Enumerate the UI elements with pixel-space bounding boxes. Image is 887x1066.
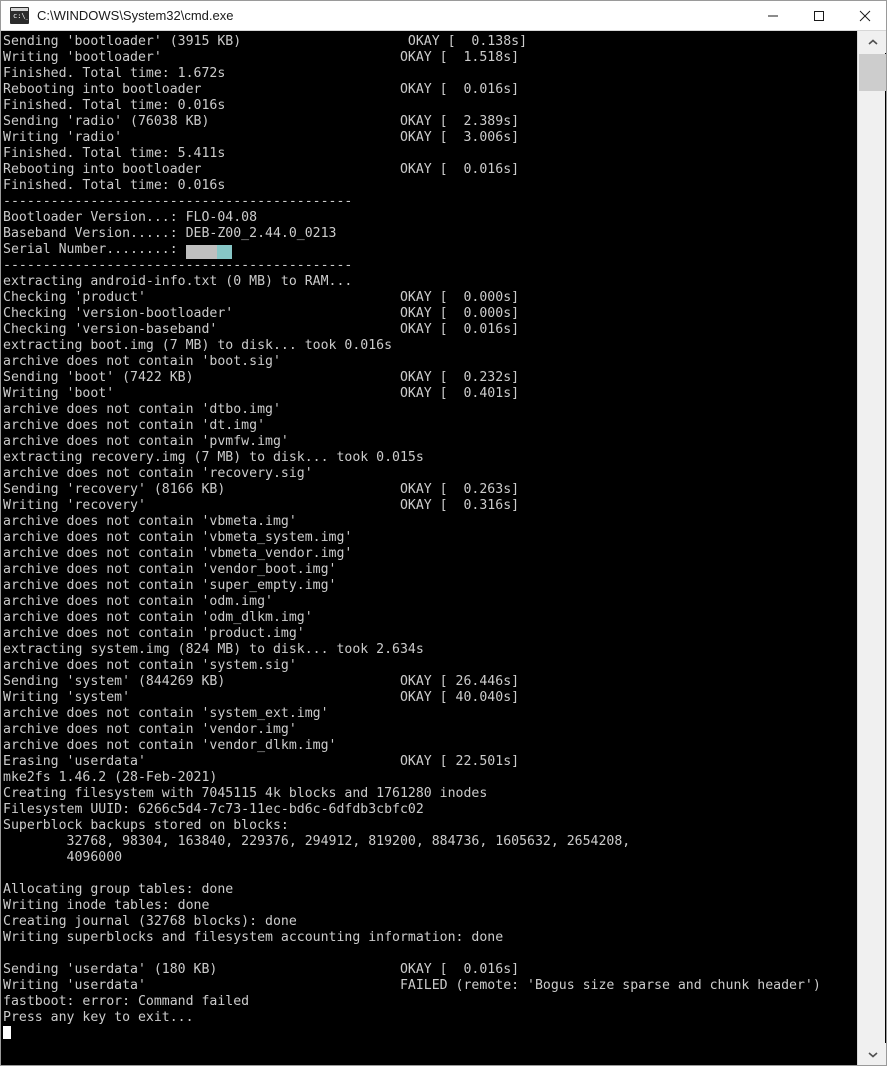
console-line: Serial Number........:: [3, 242, 859, 259]
close-icon: [859, 10, 871, 21]
console-line: mke2fs 1.46.2 (28-Feb-2021): [3, 770, 218, 785]
console-line: Writing 'radio' OKAY [ 3.006s]: [3, 130, 520, 145]
console-line: Sending 'system' (844269 KB) OKAY [ 26.4…: [3, 674, 520, 689]
console-line: archive does not contain 'dt.img': [3, 418, 266, 433]
maximize-icon: [814, 10, 824, 21]
console-line: Writing 'recovery' OKAY [ 0.316s]: [3, 498, 520, 513]
console-line: Finished. Total time: 5.411s: [3, 146, 226, 161]
console-line: Writing 'bootloader' OKAY [ 1.518s]: [3, 50, 520, 65]
console-line: archive does not contain 'odm.img': [3, 594, 273, 609]
console-line: Sending 'boot' (7422 KB) OKAY [ 0.232s]: [3, 370, 520, 385]
redaction-block-teal: [216, 245, 232, 259]
title-bar-left: c:\_ C:\WINDOWS\System32\cmd.exe: [1, 7, 750, 24]
console-line: Creating filesystem with 7045115 4k bloc…: [3, 786, 488, 801]
console-line: Creating journal (32768 blocks): done: [3, 914, 297, 929]
console-line: Writing 'system' OKAY [ 40.040s]: [3, 690, 520, 705]
serial-number-redaction: [185, 245, 232, 259]
console-line: Baseband Version.....: DEB-Z00_2.44.0_02…: [3, 226, 337, 241]
console-line: Finished. Total time: 0.016s: [3, 178, 226, 193]
cmd-icon: c:\_: [10, 7, 29, 24]
title-bar[interactable]: c:\_ C:\WINDOWS\System32\cmd.exe: [1, 1, 886, 31]
chevron-down-icon: [867, 1051, 878, 1058]
console-line: Finished. Total time: 1.672s: [3, 66, 226, 81]
console-line: Allocating group tables: done: [3, 882, 234, 897]
console-line: archive does not contain 'super_empty.im…: [3, 578, 337, 593]
console-line: ----------------------------------------…: [3, 194, 353, 209]
console-text: Sending 'bootloader' (3915 KB) OKAY [ 0.…: [2, 31, 859, 1042]
console-line: extracting system.img (824 MB) to disk..…: [3, 642, 424, 657]
console-line: archive does not contain 'odm_dlkm.img': [3, 610, 313, 625]
console-line: archive does not contain 'vendor_boot.im…: [3, 562, 337, 577]
console-line: archive does not contain 'vendor.img': [3, 722, 297, 737]
console-line: archive does not contain 'boot.sig': [3, 354, 281, 369]
text-cursor: [3, 1026, 11, 1039]
console-line: archive does not contain 'system.sig': [3, 658, 297, 673]
scroll-down-arrow[interactable]: [859, 1043, 886, 1065]
console-line: Sending 'userdata' (180 KB) OKAY [ 0.016…: [3, 962, 520, 977]
window-title: C:\WINDOWS\System32\cmd.exe: [37, 8, 234, 23]
console-line: fastboot: error: Command failed: [3, 994, 250, 1009]
console-line: archive does not contain 'dtbo.img': [3, 402, 281, 417]
console-line: Writing superblocks and filesystem accou…: [3, 930, 504, 945]
cmd-icon-glyph: c:\_: [13, 12, 29, 20]
console-line: Superblock backups stored on blocks:: [3, 818, 289, 833]
console-line: Finished. Total time: 0.016s: [3, 98, 226, 113]
maximize-button[interactable]: [796, 1, 842, 30]
console-line: extracting recovery.img (7 MB) to disk..…: [3, 450, 424, 465]
scroll-thumb[interactable]: [859, 54, 886, 91]
redaction-block-gray: [185, 245, 217, 259]
console-line: ----------------------------------------…: [3, 258, 353, 273]
console-line: Bootloader Version...: FLO-04.08: [3, 210, 258, 225]
console-line: archive does not contain 'recovery.sig': [3, 466, 313, 481]
console-line: archive does not contain 'vbmeta_system.…: [3, 530, 353, 545]
console-line: 4096000: [3, 850, 123, 865]
console-line: archive does not contain 'product.img': [3, 626, 305, 641]
console-line: 32768, 98304, 163840, 229376, 294912, 81…: [3, 834, 631, 849]
console-line: Writing 'userdata' FAILED (remote: 'Bogu…: [3, 978, 821, 993]
cmd-window: c:\_ C:\WINDOWS\System32\cmd.exe Sending…: [0, 0, 887, 1066]
console-line: archive does not contain 'vendor_dlkm.im…: [3, 738, 337, 753]
scroll-up-arrow[interactable]: [859, 31, 886, 53]
console-line: Press any key to exit...: [3, 1010, 194, 1025]
console-line: archive does not contain 'pvmfw.img': [3, 434, 289, 449]
console-line: Rebooting into bootloader OKAY [ 0.016s]: [3, 82, 520, 97]
console-line: extracting android-info.txt (0 MB) to RA…: [3, 274, 353, 289]
console-line: Erasing 'userdata' OKAY [ 22.501s]: [3, 754, 520, 769]
vertical-scrollbar[interactable]: [857, 31, 886, 1065]
console-line: Checking 'product' OKAY [ 0.000s]: [3, 290, 520, 305]
console-line: [3, 1026, 859, 1042]
console-line: Checking 'version-bootloader' OKAY [ 0.0…: [3, 306, 520, 321]
console-line: archive does not contain 'vbmeta_vendor.…: [3, 546, 353, 561]
window-controls: [750, 1, 886, 30]
minimize-button[interactable]: [750, 1, 796, 30]
console-line: Rebooting into bootloader OKAY [ 0.016s]: [3, 162, 520, 177]
console-line: extracting boot.img (7 MB) to disk... to…: [3, 338, 393, 353]
console-line: Filesystem UUID: 6266c5d4-7c73-11ec-bd6c…: [3, 802, 424, 817]
console-line: Sending 'bootloader' (3915 KB) OKAY [ 0.…: [3, 34, 528, 49]
console-line: Checking 'version-baseband' OKAY [ 0.016…: [3, 322, 520, 337]
console-line: Sending 'recovery' (8166 KB) OKAY [ 0.26…: [3, 482, 520, 497]
chevron-up-icon: [867, 38, 878, 45]
close-button[interactable]: [842, 1, 886, 30]
console-line: Writing inode tables: done: [3, 898, 210, 913]
console-line: archive does not contain 'vbmeta.img': [3, 514, 297, 529]
console-output-area[interactable]: Sending 'bootloader' (3915 KB) OKAY [ 0.…: [2, 31, 859, 1065]
console-line: Sending 'radio' (76038 KB) OKAY [ 2.389s…: [3, 114, 520, 129]
console-line: Writing 'boot' OKAY [ 0.401s]: [3, 386, 520, 401]
console-line: archive does not contain 'system_ext.img…: [3, 706, 329, 721]
minimize-icon: [768, 15, 778, 16]
serial-number-label: Serial Number........:: [3, 242, 186, 257]
